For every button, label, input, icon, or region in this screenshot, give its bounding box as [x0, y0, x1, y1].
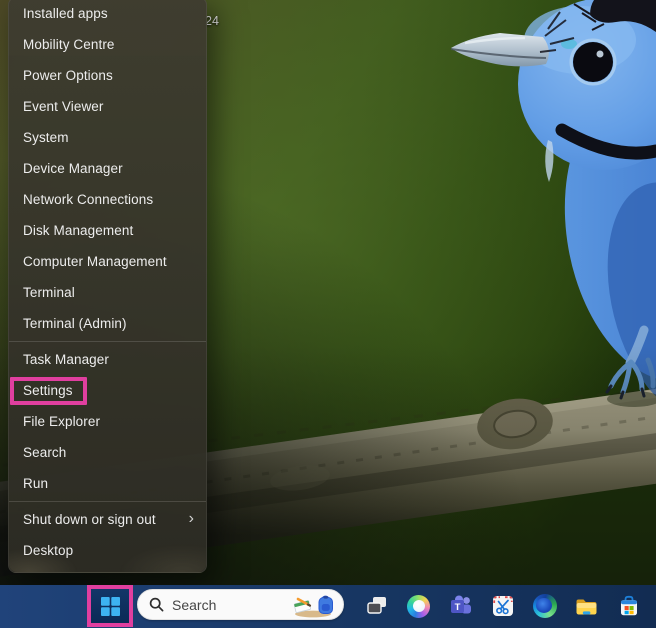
menu-item-label: Disk Management — [23, 223, 133, 238]
menu-item-mobility-centre[interactable]: Mobility Centre — [9, 29, 206, 60]
microsoft-store-icon — [617, 594, 641, 618]
menu-item-label: Network Connections — [23, 192, 153, 207]
menu-item-label: Task Manager — [23, 352, 109, 367]
menu-item-label: Shut down or sign out — [23, 512, 156, 527]
menu-item-search[interactable]: Search — [9, 437, 206, 468]
submenu-chevron-icon: › — [189, 511, 194, 529]
taskbar-icons: T — [363, 590, 642, 622]
copilot-button[interactable] — [405, 590, 432, 622]
snipping-tool-icon — [491, 594, 515, 618]
winx-menu: Installed apps Mobility Centre Power Opt… — [8, 0, 207, 573]
snipping-tool-button[interactable] — [489, 590, 516, 622]
file-explorer-button[interactable] — [573, 590, 600, 622]
menu-item-label: Device Manager — [23, 161, 123, 176]
menu-item-system[interactable]: System — [9, 122, 206, 153]
copilot-icon — [407, 595, 430, 618]
search-highlights-icon — [292, 591, 338, 618]
microsoft-store-button[interactable] — [615, 590, 642, 622]
menu-item-label: Terminal (Admin) — [23, 316, 127, 331]
menu-item-desktop[interactable]: Desktop — [9, 535, 206, 566]
menu-divider — [9, 341, 206, 342]
edge-icon — [533, 594, 557, 618]
menu-item-label: Event Viewer — [23, 99, 104, 114]
menu-item-network-connections[interactable]: Network Connections — [9, 184, 206, 215]
file-explorer-icon — [574, 594, 599, 618]
task-view-button[interactable] — [363, 590, 390, 622]
menu-item-label: Desktop — [23, 543, 73, 558]
task-view-icon — [365, 594, 389, 618]
menu-item-installed-apps[interactable]: Installed apps — [9, 0, 206, 29]
menu-item-label: Mobility Centre — [23, 37, 115, 52]
menu-item-shut-down-or-sign-out[interactable]: Shut down or sign out › — [9, 504, 206, 535]
start-button-annotation — [87, 585, 133, 627]
search-placeholder: Search — [172, 597, 216, 613]
menu-item-terminal[interactable]: Terminal — [9, 277, 206, 308]
windows-logo-icon — [101, 597, 120, 616]
menu-item-terminal-admin[interactable]: Terminal (Admin) — [9, 308, 206, 339]
menu-item-label: Installed apps — [23, 6, 108, 21]
menu-item-label: Computer Management — [23, 254, 167, 269]
menu-item-device-manager[interactable]: Device Manager — [9, 153, 206, 184]
menu-item-file-explorer[interactable]: File Explorer — [9, 406, 206, 437]
menu-item-label: Terminal — [23, 285, 75, 300]
start-button[interactable] — [91, 589, 129, 623]
svg-text:T: T — [454, 602, 460, 613]
menu-item-task-manager[interactable]: Task Manager — [9, 344, 206, 375]
menu-item-label: File Explorer — [23, 414, 100, 429]
desktop: 24 Installed apps Mobility Centre Power … — [0, 0, 656, 628]
search-icon — [149, 597, 164, 612]
menu-divider — [9, 501, 206, 502]
menu-item-power-options[interactable]: Power Options — [9, 60, 206, 91]
menu-item-settings[interactable]: Settings — [9, 375, 206, 406]
menu-item-computer-management[interactable]: Computer Management — [9, 246, 206, 277]
menu-item-label: Run — [23, 476, 48, 491]
teams-button[interactable]: T — [447, 590, 474, 622]
menu-item-event-viewer[interactable]: Event Viewer — [9, 91, 206, 122]
teams-icon: T — [449, 594, 473, 618]
menu-item-label: System — [23, 130, 69, 145]
taskbar: Search — [0, 585, 656, 628]
menu-item-label: Power Options — [23, 68, 113, 83]
menu-item-run[interactable]: Run — [9, 468, 206, 499]
desktop-stray-text: 24 — [205, 14, 219, 28]
edge-button[interactable] — [531, 590, 558, 622]
menu-item-label: Settings — [10, 377, 87, 405]
taskbar-search[interactable]: Search — [137, 589, 344, 620]
menu-item-label: Search — [23, 445, 66, 460]
menu-item-disk-management[interactable]: Disk Management — [9, 215, 206, 246]
